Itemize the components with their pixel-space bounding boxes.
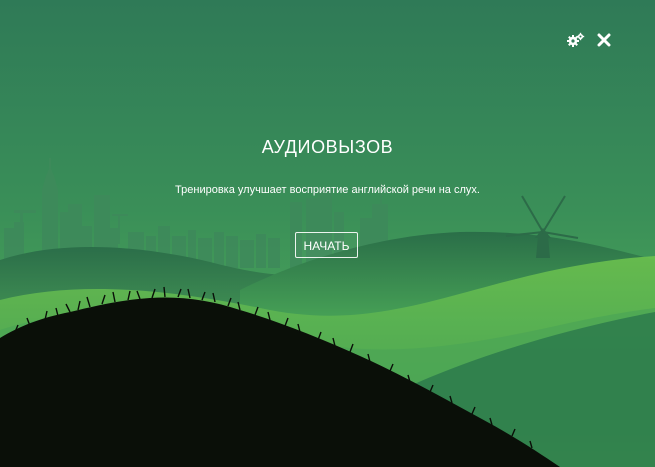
game-screen: АУДИОВЫЗОВ Тренировка улучшает восприяти… — [0, 0, 655, 467]
start-button[interactable]: НАЧАТЬ — [295, 232, 358, 258]
window-controls — [565, 0, 655, 70]
gears-icon[interactable] — [565, 29, 587, 51]
close-icon[interactable] — [593, 29, 615, 51]
game-title: АУДИОВЫЗОВ — [261, 137, 394, 157]
game-description: Тренировка улучшает восприятие английско… — [175, 184, 480, 196]
